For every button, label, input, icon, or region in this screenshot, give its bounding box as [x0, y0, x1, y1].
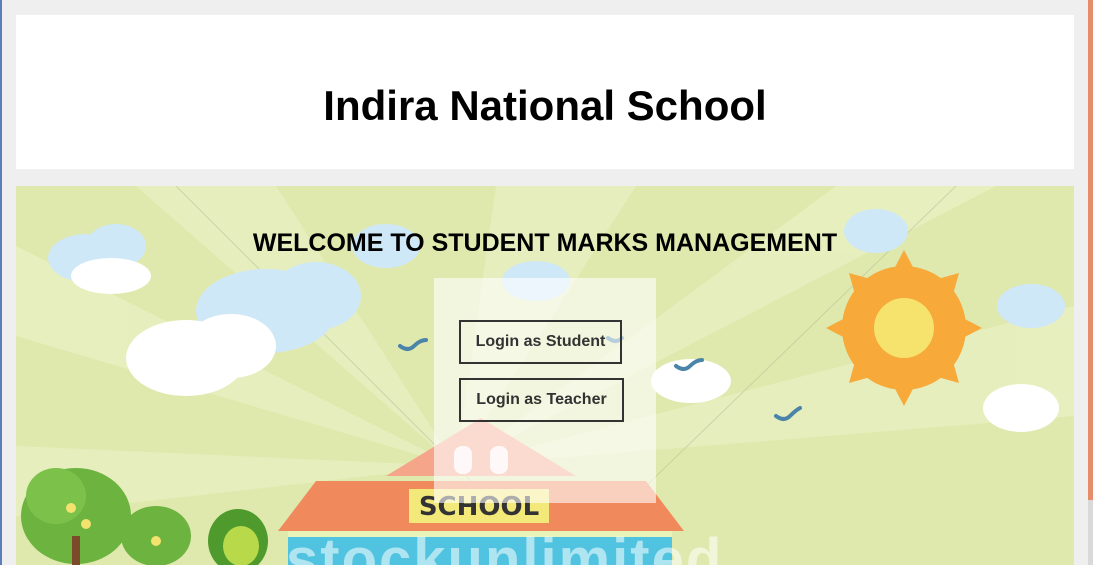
login-student-button[interactable]: Login as Student [459, 320, 622, 364]
watermark-text: stockunlimited [286, 527, 724, 565]
school-title: Indira National School [323, 82, 767, 129]
scrollbar-thumb[interactable] [1088, 0, 1093, 500]
login-teacher-button[interactable]: Login as Teacher [459, 378, 624, 422]
login-panel: Login as Student Login as Teacher [434, 278, 656, 503]
welcome-heading: WELCOME TO STUDENT MARKS MANAGEMENT [252, 229, 838, 257]
hero-banner: stockunlimited SCHOOL WELCOME TO STUDENT… [16, 186, 1074, 565]
site-header: Indira National School [16, 15, 1074, 169]
window-left-border [0, 0, 2, 565]
scrollbar-track[interactable] [1088, 500, 1093, 565]
